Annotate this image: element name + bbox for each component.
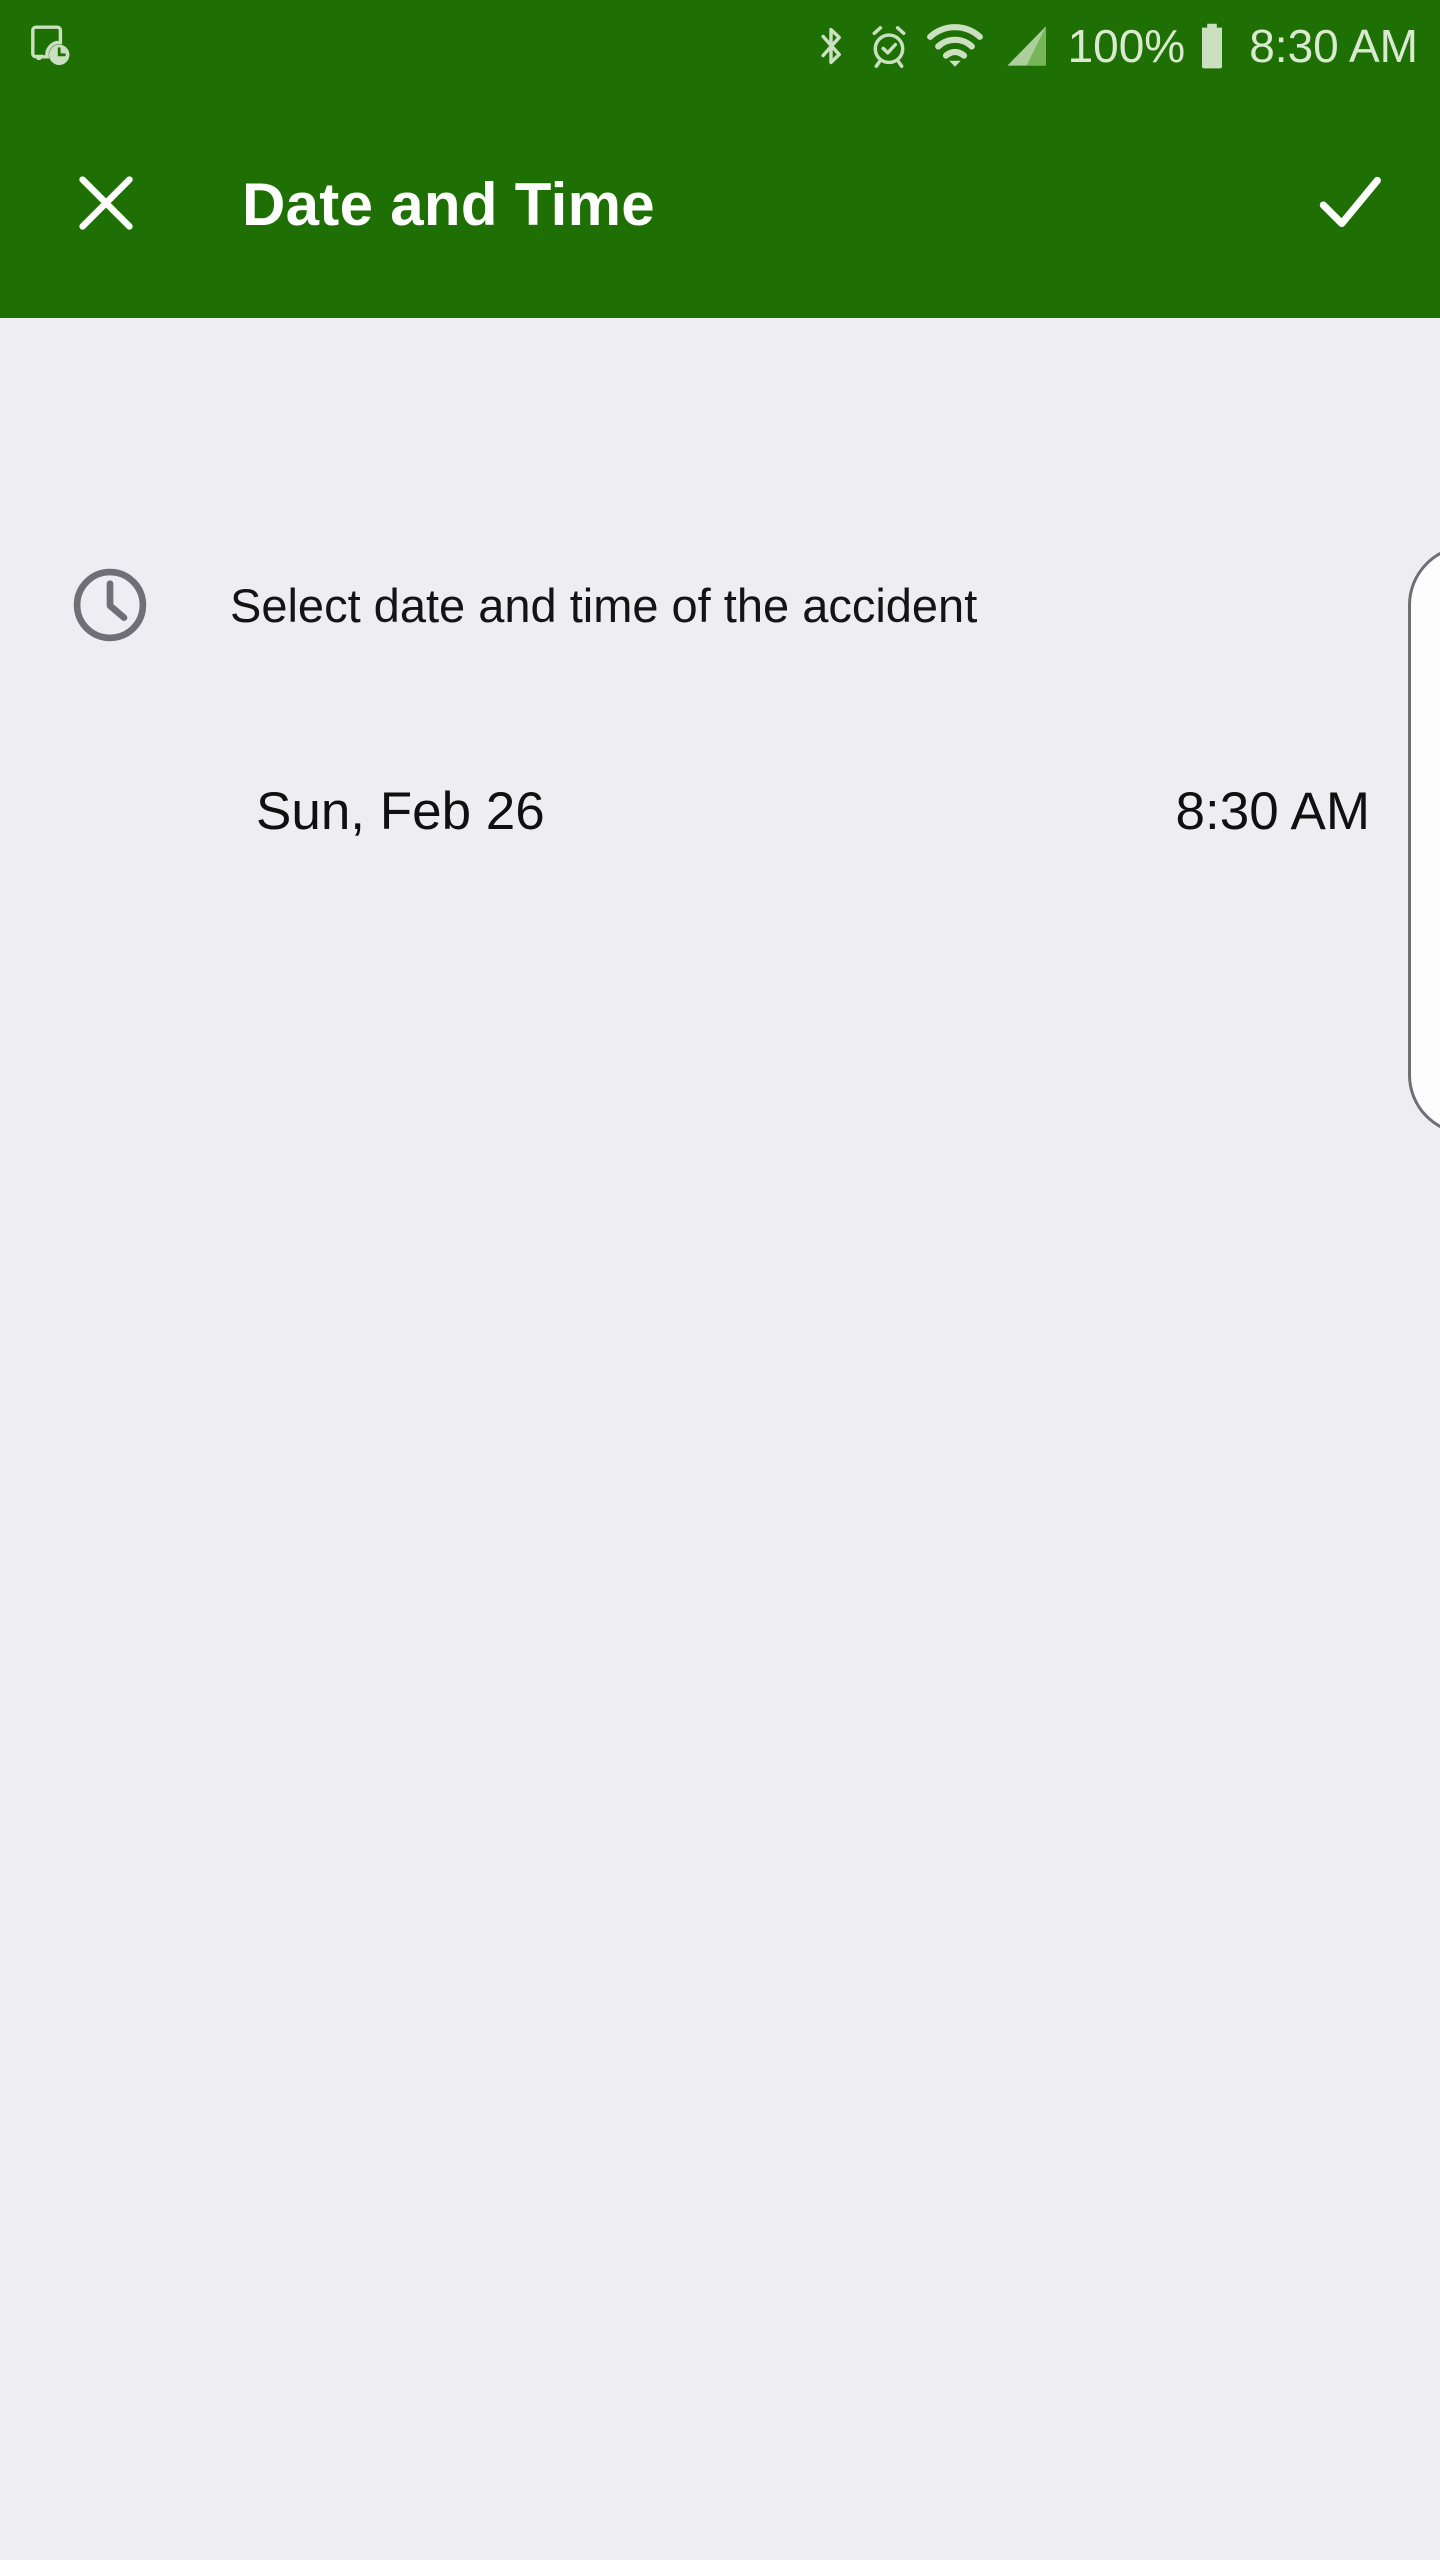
clock-icon: [68, 563, 152, 647]
status-bar-clock: 8:30 AM: [1249, 20, 1418, 72]
screenshot-clock-icon: [26, 22, 74, 70]
app-bar: Date and Time: [0, 92, 1440, 318]
content-area: Select date and time of the accident Sun…: [0, 318, 1440, 2560]
phone-screen: 100% 8:30 AM Date and Time Select date a…: [0, 0, 1440, 2560]
date-value[interactable]: Sun, Feb 26: [256, 785, 545, 838]
battery-percent-label: 100%: [1067, 20, 1186, 72]
time-value[interactable]: 8:30 AM: [1176, 785, 1370, 838]
close-button[interactable]: [58, 157, 154, 253]
battery-icon: [1191, 21, 1233, 71]
confirm-button[interactable]: [1302, 157, 1398, 253]
page-title: Date and Time: [242, 171, 655, 238]
datetime-row[interactable]: Sun, Feb 26 8:30 AM: [0, 756, 1440, 866]
wifi-icon: [924, 24, 986, 68]
check-icon: [1309, 162, 1391, 249]
status-bar-right-icons: 100% 8:30 AM: [808, 21, 1418, 71]
alarm-icon: [862, 22, 916, 70]
prompt-row: Select date and time of the accident: [0, 545, 1440, 665]
status-bar-left-icons: [26, 22, 74, 70]
cellular-signal-icon: [996, 22, 1056, 70]
prompt-label: Select date and time of the accident: [230, 578, 978, 632]
close-icon: [69, 166, 143, 245]
bluetooth-icon: [808, 23, 854, 69]
status-bar: 100% 8:30 AM: [0, 0, 1440, 92]
